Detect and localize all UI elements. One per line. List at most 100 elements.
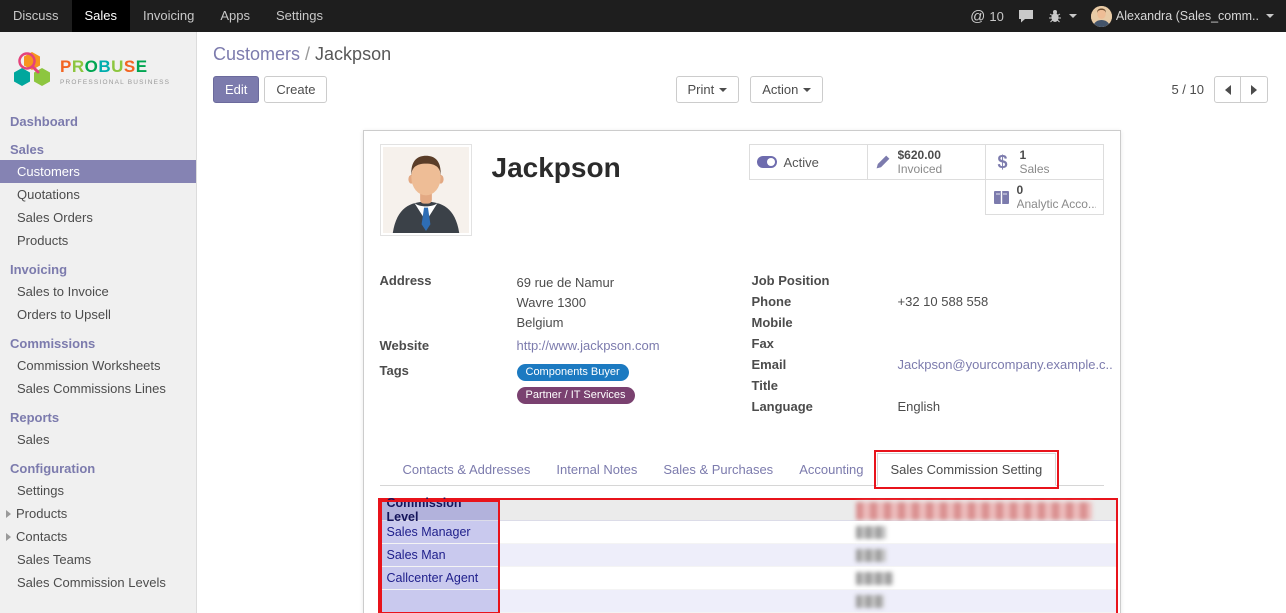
logo-letter: R <box>72 57 85 76</box>
sidebar-section-configuration[interactable]: Configuration <box>0 457 196 479</box>
breadcrumb-current: Jackpson <box>315 44 391 64</box>
tag-components-buyer[interactable]: Components Buyer <box>517 364 629 381</box>
messages-button[interactable] <box>1018 9 1034 23</box>
sales-stat-button[interactable]: $ 1 Sales <box>985 144 1104 180</box>
menu-discuss[interactable]: Discuss <box>0 0 72 32</box>
table-row[interactable]: Sales Manager <box>380 521 1116 544</box>
tags-label: Tags <box>380 363 517 409</box>
email-link[interactable]: Jackpson@yourcompany.example.c.. <box>898 357 1113 372</box>
chat-bubble-icon <box>1018 9 1034 23</box>
pager-next-button[interactable] <box>1241 76 1268 103</box>
breadcrumb-customers-link[interactable]: Customers <box>213 44 300 64</box>
mobile-label: Mobile <box>752 315 898 332</box>
sidebar-item-label: Sales Teams <box>17 552 91 567</box>
invoiced-stat-button[interactable]: $620.00 Invoiced <box>867 144 986 180</box>
analytic-accounts-stat-button[interactable]: 0 Analytic Acco... <box>985 179 1104 215</box>
action-dropdown-button[interactable]: Action <box>750 76 823 103</box>
sidebar-item-label: Commission Worksheets <box>17 358 161 373</box>
sidebar-section-reports[interactable]: Reports <box>0 406 196 428</box>
tab-sales-commission-setting[interactable]: Sales Commission Setting <box>877 453 1057 486</box>
fax-value[interactable] <box>898 336 1113 353</box>
language-value[interactable]: English <box>898 399 1113 416</box>
create-button[interactable]: Create <box>264 76 327 103</box>
mention-counter[interactable]: @ 10 <box>970 8 1004 25</box>
tab-accounting[interactable]: Accounting <box>786 454 876 485</box>
company-logo[interactable]: PROBUSE PROFESSIONAL BUSINESS <box>0 32 196 108</box>
address-line-2: Wavre 1300 <box>517 293 752 313</box>
tab-contacts-addresses[interactable]: Contacts & Addresses <box>390 454 544 485</box>
sidebar-item-commission-worksheets[interactable]: Commission Worksheets <box>0 354 196 377</box>
print-dropdown-button[interactable]: Print <box>676 76 740 103</box>
menu-invoicing[interactable]: Invoicing <box>130 0 207 32</box>
sidebar-item-orders-to-upsell[interactable]: Orders to Upsell <box>0 303 196 326</box>
mention-count: 10 <box>989 9 1003 24</box>
active-label: Active <box>784 155 819 170</box>
address-line-3: Belgium <box>517 313 752 333</box>
logo-subtitle: PROFESSIONAL BUSINESS <box>60 79 170 86</box>
commission-level-cell[interactable]: Callcenter Agent <box>380 567 500 589</box>
fax-label: Fax <box>752 336 898 353</box>
edit-button[interactable]: Edit <box>213 76 259 103</box>
sidebar-section-dashboard[interactable]: Dashboard <box>0 110 196 132</box>
tab-internal-notes[interactable]: Internal Notes <box>543 454 650 485</box>
phone-label: Phone <box>752 294 898 311</box>
sidebar-item-label: Sales to Invoice <box>17 284 109 299</box>
sidebar-item-products[interactable]: Products <box>0 229 196 252</box>
sidebar-item-sales-commissions-lines[interactable]: Sales Commissions Lines <box>0 377 196 400</box>
menu-sales[interactable]: Sales <box>72 0 131 32</box>
menu-apps[interactable]: Apps <box>207 0 263 32</box>
chevron-down-icon <box>1266 14 1274 18</box>
active-toggle-button[interactable]: Active <box>749 144 868 180</box>
commission-level-cell[interactable]: Sales Man <box>380 544 500 566</box>
logo-letter: O <box>85 57 99 76</box>
sidebar-item-config-contacts[interactable]: Contacts <box>0 525 196 548</box>
website-label: Website <box>380 338 517 355</box>
sidebar-item-label: Orders to Upsell <box>17 307 111 322</box>
sidebar-section-commissions[interactable]: Commissions <box>0 332 196 354</box>
sidebar-item-customers[interactable]: Customers <box>0 160 196 183</box>
sidebar-item-config-products[interactable]: Products <box>0 502 196 525</box>
sidebar-item-sales-orders[interactable]: Sales Orders <box>0 206 196 229</box>
table-row[interactable]: Sales Man <box>380 544 1116 567</box>
commission-level-column-header[interactable]: Commission Level <box>380 500 500 520</box>
sidebar-nav: Dashboard Sales Customers Quotations Sal… <box>0 110 196 594</box>
tab-sales-purchases[interactable]: Sales & Purchases <box>650 454 786 485</box>
sidebar-item-quotations[interactable]: Quotations <box>0 183 196 206</box>
sidebar-item-settings[interactable]: Settings <box>0 479 196 502</box>
address-value[interactable]: 69 rue de Namur Wavre 1300 Belgium <box>517 273 752 333</box>
notebook-tabs: Contacts & Addresses Internal Notes Sale… <box>380 453 1104 486</box>
tags-field[interactable]: Components Buyer Partner / IT Services <box>517 363 752 409</box>
title-value[interactable] <box>898 378 1113 395</box>
customer-photo[interactable] <box>380 144 472 236</box>
sales-count-value: 1 <box>1020 148 1050 162</box>
mobile-value[interactable] <box>898 315 1113 332</box>
application-window: Discuss Sales Invoicing Apps Settings @ … <box>0 0 1286 613</box>
user-menu[interactable]: Alexandra (Sales_comm.. <box>1091 6 1274 27</box>
sidebar-item-sales-to-invoice[interactable]: Sales to Invoice <box>0 280 196 303</box>
invoiced-value: $620.00 <box>898 148 943 162</box>
invoiced-label: Invoiced <box>898 162 943 176</box>
tag-partner-it-services[interactable]: Partner / IT Services <box>517 387 635 404</box>
sidebar-item-label: Products <box>17 233 68 248</box>
table-row-empty[interactable] <box>380 590 1116 613</box>
sidebar-item-label: Settings <box>17 483 64 498</box>
sidebar-item-label: Sales Commission Levels <box>17 575 166 590</box>
job-position-value[interactable] <box>898 273 1113 290</box>
sidebar-item-reports-sales[interactable]: Sales <box>0 428 196 451</box>
sidebar-item-label: Quotations <box>17 187 80 202</box>
commission-level-cell[interactable] <box>380 590 500 612</box>
sidebar-item-sales-commission-levels[interactable]: Sales Commission Levels <box>0 571 196 594</box>
sidebar-section-sales[interactable]: Sales <box>0 138 196 160</box>
table-row[interactable]: Callcenter Agent <box>380 567 1116 590</box>
commission-level-cell[interactable]: Sales Manager <box>380 521 500 543</box>
redacted-header-cell <box>856 502 1092 520</box>
website-link[interactable]: http://www.jackpson.com <box>517 338 660 353</box>
menu-settings[interactable]: Settings <box>263 0 336 32</box>
language-label: Language <box>752 399 898 416</box>
sidebar-section-invoicing[interactable]: Invoicing <box>0 258 196 280</box>
pager-previous-button[interactable] <box>1214 76 1241 103</box>
debug-menu[interactable] <box>1048 9 1077 23</box>
form-sheet: Jackpson Active <box>363 130 1121 613</box>
phone-value[interactable]: +32 10 588 558 <box>898 294 1113 311</box>
sidebar-item-sales-teams[interactable]: Sales Teams <box>0 548 196 571</box>
